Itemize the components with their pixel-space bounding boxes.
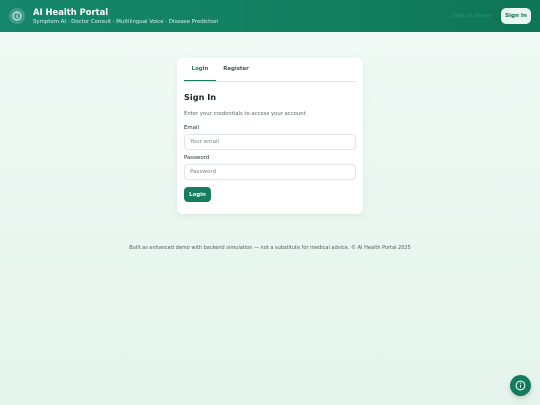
email-label: Email [184,125,199,131]
password-label: Password [184,155,210,161]
login-button[interactable]: Login [184,187,211,202]
logo [9,8,25,24]
demo-link-button[interactable]: Sign in demo [447,10,495,22]
app-title: AI Health Portal [33,6,109,17]
signin-button[interactable]: Sign In [501,8,531,24]
info-icon [515,380,526,391]
auth-card: Login Register Sign In Enter your creden… [177,58,363,214]
tab-login[interactable]: Login [184,57,216,81]
password-field[interactable] [184,164,356,180]
help-fab-button[interactable] [510,375,531,396]
form-heading: Sign In [184,92,217,102]
tab-register[interactable]: Register [216,57,256,81]
app-header: AI Health Portal Symptom AI · Doctor Con… [0,0,540,32]
app-subtitle: Symptom AI · Doctor Consult · Multilingu… [33,18,219,25]
email-field[interactable] [184,134,356,150]
brand: AI Health Portal Symptom AI · Doctor Con… [33,7,218,26]
header-actions: Sign in demo Sign In [447,8,531,24]
footer-note: Built as enhanced demo with backend simu… [129,245,411,251]
form-description: Enter your credentials to access your ac… [184,111,306,117]
info-icon [12,11,22,21]
auth-tabs: Login Register [184,58,356,82]
